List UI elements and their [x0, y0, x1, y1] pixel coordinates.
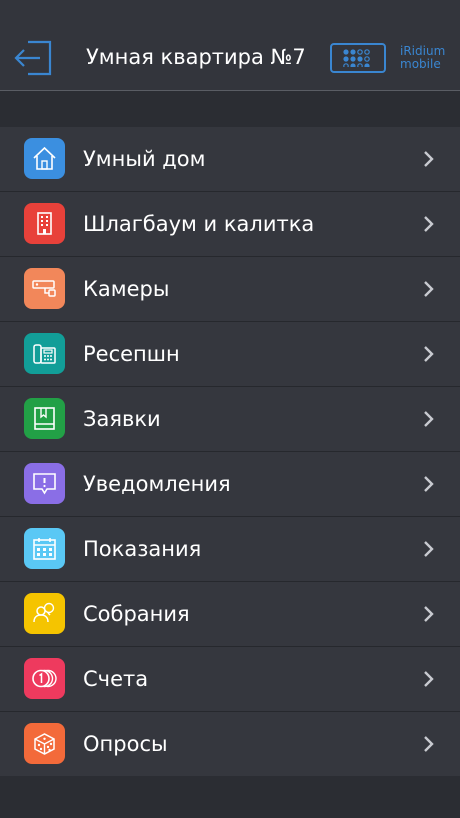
building-icon-tile	[24, 203, 65, 244]
menu-item-polls[interactable]: Опросы	[0, 712, 460, 776]
brand-text: iRidium mobile	[400, 45, 452, 71]
menu-item-smart-home[interactable]: Умный дом	[0, 127, 460, 192]
header-bar: Умная квартира №7 iRidium mobile	[0, 0, 460, 91]
brand-box	[330, 43, 386, 73]
book-icon	[34, 407, 55, 430]
brand-logo: iRidium mobile	[330, 43, 452, 77]
header-gap	[0, 91, 460, 127]
menu-item-label: Ресепшн	[83, 342, 180, 366]
menu-item-barrier-gate[interactable]: Шлагбаум и калитка	[0, 192, 460, 257]
menu-item-cameras[interactable]: Камеры	[0, 257, 460, 322]
dice-icon	[34, 733, 55, 755]
notification-icon	[33, 473, 56, 495]
menu-item-notifications[interactable]: Уведомления	[0, 452, 460, 517]
chevron-right-icon	[424, 476, 434, 492]
menu-item-requests[interactable]: Заявки	[0, 387, 460, 452]
brand-line2: mobile	[400, 57, 441, 71]
menu-item-label: Умный дом	[83, 147, 206, 171]
camera-icon	[32, 280, 56, 297]
chevron-right-icon	[424, 411, 434, 427]
coins-icon-tile	[24, 658, 65, 699]
menu-item-label: Счета	[83, 667, 149, 691]
page-title: Умная квартира №7	[86, 45, 306, 69]
menu-item-label: Заявки	[83, 407, 161, 431]
home-icon-tile	[24, 138, 65, 179]
chevron-right-icon	[424, 216, 434, 232]
camera-icon-tile	[24, 268, 65, 309]
dots-icon	[343, 49, 370, 67]
phone-icon	[33, 344, 56, 364]
book-icon-tile	[24, 398, 65, 439]
logout-button[interactable]	[14, 38, 54, 78]
home-icon	[33, 146, 56, 170]
menu-item-reception[interactable]: Ресепшн	[0, 322, 460, 387]
calendar-icon	[33, 538, 56, 560]
chevron-right-icon	[424, 671, 434, 687]
calendar-icon-tile	[24, 528, 65, 569]
chevron-right-icon	[424, 151, 434, 167]
notification-icon-tile	[24, 463, 65, 504]
menu-item-readings[interactable]: Показания	[0, 517, 460, 582]
main-menu: Умный дом Шлагбаум и калитка Камеры Ресе…	[0, 127, 460, 776]
chevron-right-icon	[424, 736, 434, 752]
coins-icon	[32, 669, 57, 688]
menu-item-label: Камеры	[83, 277, 170, 301]
menu-item-label: Показания	[83, 537, 202, 561]
chevron-right-icon	[424, 541, 434, 557]
dice-icon-tile	[24, 723, 65, 764]
people-icon	[33, 602, 55, 623]
menu-item-label: Шлагбаум и калитка	[83, 212, 315, 236]
menu-item-bills[interactable]: Счета	[0, 647, 460, 712]
phone-icon-tile	[24, 333, 65, 374]
menu-item-label: Собрания	[83, 602, 190, 626]
menu-item-label: Уведомления	[83, 472, 231, 496]
menu-item-label: Опросы	[83, 732, 168, 756]
people-icon-tile	[24, 593, 65, 634]
chevron-right-icon	[424, 606, 434, 622]
chevron-right-icon	[424, 346, 434, 362]
menu-item-meetings[interactable]: Собрания	[0, 582, 460, 647]
logout-icon	[14, 40, 52, 76]
chevron-right-icon	[424, 281, 434, 297]
building-icon	[37, 212, 52, 235]
